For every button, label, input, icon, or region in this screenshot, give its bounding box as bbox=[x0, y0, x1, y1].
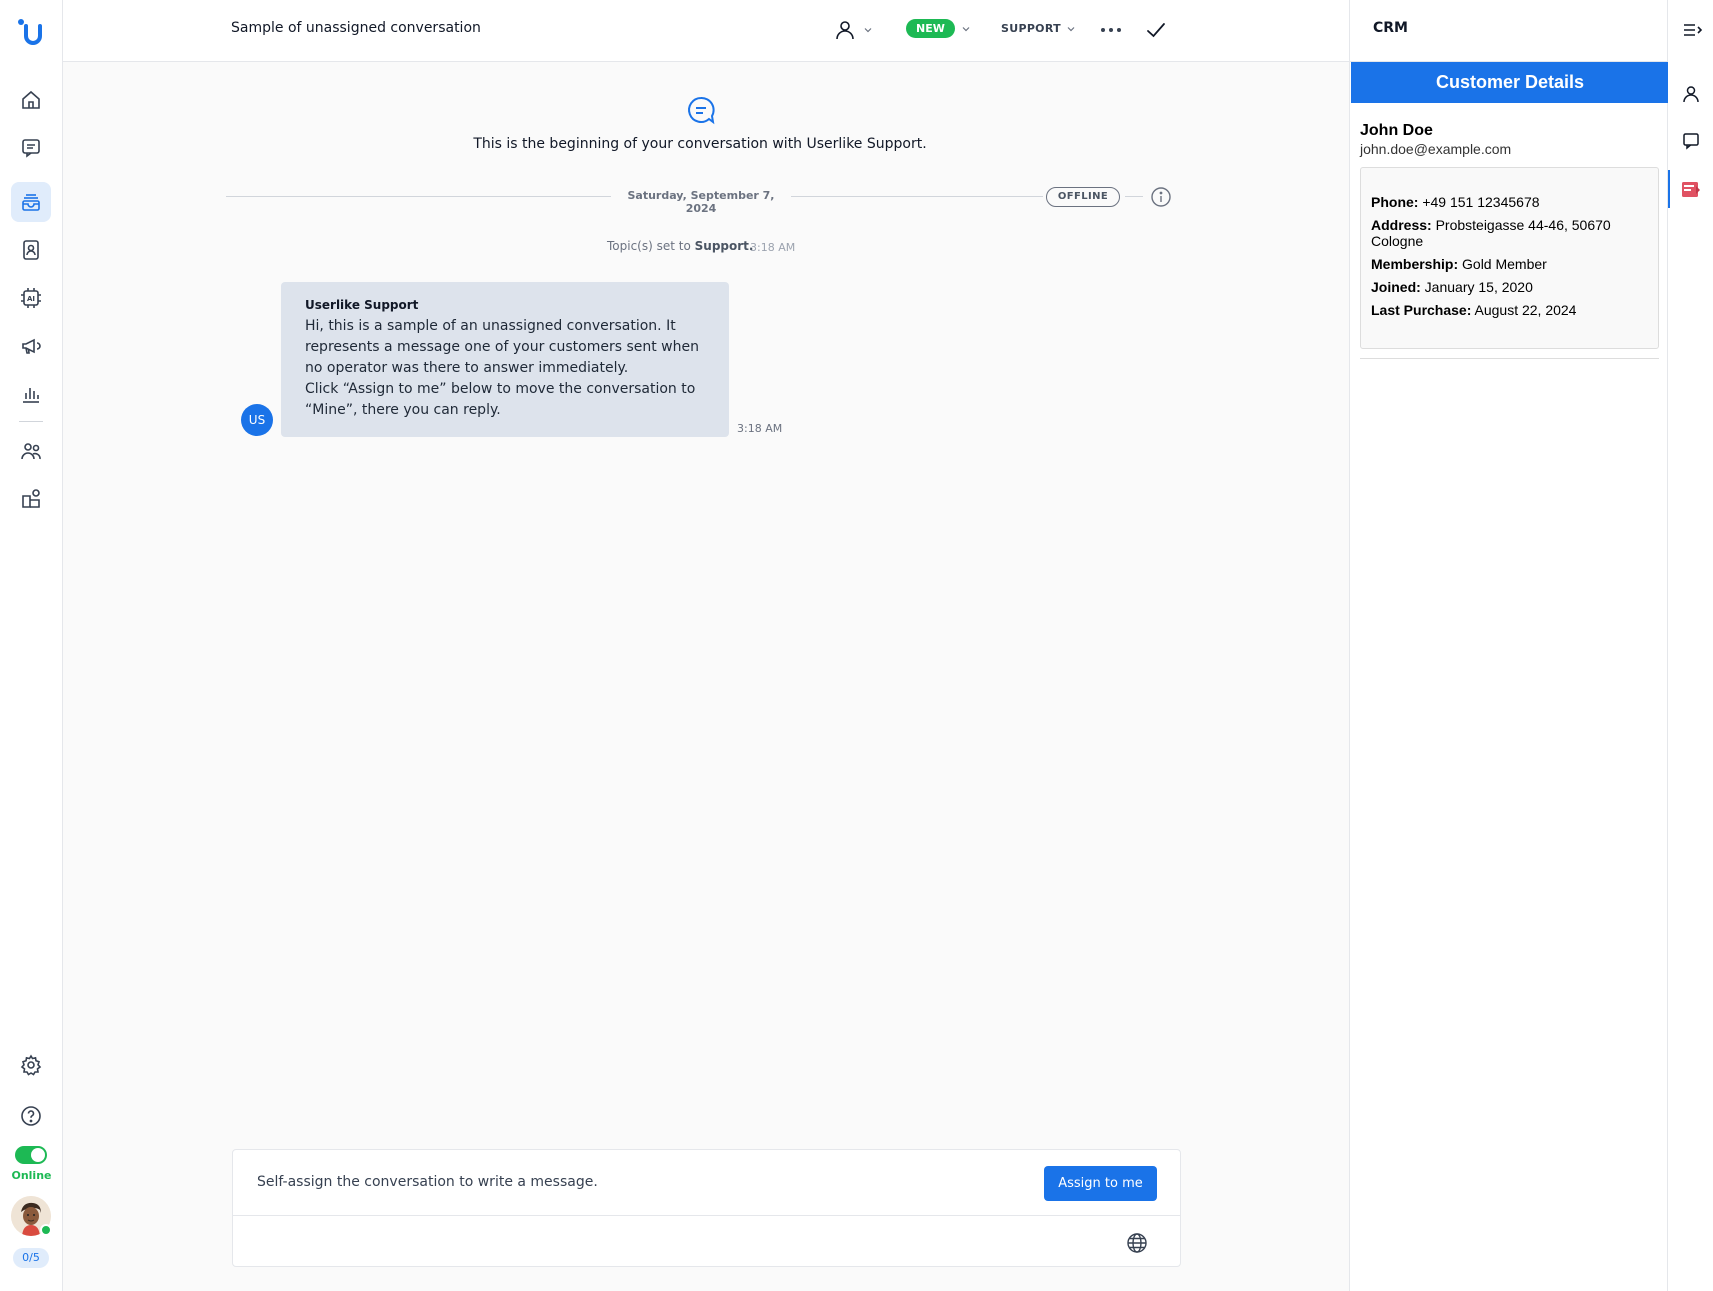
active-tab-indicator bbox=[1668, 170, 1670, 208]
left-navigation: AI Online 0/5 bbox=[0, 0, 63, 1291]
conversation-area: This is the beginning of your conversati… bbox=[63, 62, 1349, 1291]
topic-prefix: Topic(s) set to bbox=[607, 239, 691, 253]
message-time: 3:18 AM bbox=[737, 422, 783, 435]
svg-text:AI: AI bbox=[27, 295, 35, 303]
analytics-icon[interactable] bbox=[11, 374, 51, 414]
assign-to-me-button[interactable]: Assign to me bbox=[1044, 1166, 1157, 1201]
topic-dropdown[interactable]: SUPPORT bbox=[1001, 22, 1076, 35]
chat-bubble-icon bbox=[685, 94, 717, 126]
crm-app-icon[interactable] bbox=[1678, 176, 1704, 202]
team-icon[interactable] bbox=[11, 431, 51, 471]
user-icon bbox=[836, 21, 854, 40]
self-assign-notice: Self-assign the conversation to write a … bbox=[257, 1174, 598, 1190]
chevron-down-icon bbox=[864, 28, 872, 33]
presence-badge: OFFLINE bbox=[1046, 187, 1120, 207]
divider-line bbox=[226, 196, 611, 197]
resolve-checkmark-icon[interactable] bbox=[1142, 16, 1170, 44]
conversation-header: Sample of unassigned conversation NEW SU… bbox=[63, 0, 1349, 62]
help-icon[interactable] bbox=[11, 1096, 51, 1136]
topic-event-time: 3:18 AM bbox=[750, 241, 796, 254]
integrations-icon[interactable] bbox=[11, 479, 51, 519]
contacts-icon[interactable] bbox=[11, 230, 51, 270]
conversation-beginning-text: This is the beginning of your conversati… bbox=[473, 136, 927, 152]
presence-dot bbox=[40, 1224, 52, 1236]
customer-email: john.doe@example.com bbox=[1360, 141, 1512, 157]
message-body: Hi, this is a sample of an unassigned co… bbox=[305, 318, 699, 418]
topic-event: Topic(s) set to Support. bbox=[607, 239, 753, 253]
more-options-icon[interactable] bbox=[1097, 18, 1125, 42]
contact-profile-icon[interactable] bbox=[1678, 81, 1704, 107]
chat-capacity-badge: 0/5 bbox=[13, 1248, 49, 1268]
day-divider: Saturday, September 7, 2024 bbox=[627, 189, 775, 215]
userlike-logo-icon[interactable] bbox=[12, 12, 52, 52]
crm-title: CRM bbox=[1373, 20, 1408, 36]
online-status-label: Online bbox=[11, 1169, 52, 1182]
customer-field-joined: Joined: January 15, 2020 bbox=[1371, 279, 1533, 295]
online-toggle[interactable] bbox=[15, 1146, 47, 1164]
conversations-icon[interactable] bbox=[11, 128, 51, 168]
status-dropdown[interactable]: NEW bbox=[906, 19, 971, 38]
nav-divider bbox=[19, 421, 43, 422]
message-bubble: Userlike Support Hi, this is a sample of… bbox=[281, 282, 729, 437]
chevron-down-icon bbox=[1067, 26, 1075, 31]
inbox-icon[interactable] bbox=[11, 182, 51, 222]
status-badge: NEW bbox=[906, 19, 955, 38]
message-sender: Userlike Support bbox=[305, 298, 419, 312]
sender-avatar: US bbox=[241, 404, 273, 436]
crm-divider bbox=[1360, 358, 1659, 359]
customer-field-last-purchase: Last Purchase: August 22, 2024 bbox=[1371, 302, 1577, 318]
campaigns-icon[interactable] bbox=[11, 326, 51, 366]
settings-icon[interactable] bbox=[11, 1045, 51, 1085]
customer-name: John Doe bbox=[1360, 122, 1433, 139]
home-icon[interactable] bbox=[11, 80, 51, 120]
customer-field-phone: Phone: +49 151 12345678 bbox=[1371, 194, 1540, 210]
user-avatar[interactable] bbox=[11, 1196, 52, 1236]
globe-icon[interactable] bbox=[1126, 1232, 1148, 1254]
customer-details-banner: Customer Details bbox=[1351, 62, 1669, 103]
customer-info-card: Phone: +49 151 12345678 Address: Probste… bbox=[1360, 167, 1659, 349]
divider-line bbox=[1125, 196, 1143, 197]
collapse-panel-icon[interactable] bbox=[1680, 18, 1704, 42]
topic-name: Support. bbox=[694, 239, 754, 253]
assignee-dropdown[interactable] bbox=[833, 17, 883, 43]
conversation-title: Sample of unassigned conversation bbox=[231, 20, 481, 36]
conversation-history-icon[interactable] bbox=[1678, 128, 1704, 154]
ai-icon[interactable]: AI bbox=[11, 278, 51, 318]
crm-panel: CRM Customer Details John Doe john.doe@e… bbox=[1349, 0, 1669, 1291]
info-icon[interactable] bbox=[1150, 186, 1172, 208]
right-rail bbox=[1668, 0, 1713, 1291]
customer-field-membership: Membership: Gold Member bbox=[1371, 256, 1547, 272]
chevron-down-icon bbox=[962, 26, 970, 31]
message-composer: Self-assign the conversation to write a … bbox=[232, 1149, 1181, 1267]
divider-line bbox=[791, 196, 1043, 197]
topic-dropdown-label: SUPPORT bbox=[1001, 22, 1061, 35]
customer-field-address: Address: Probsteigasse 44-46, 50670 Colo… bbox=[1371, 217, 1611, 249]
